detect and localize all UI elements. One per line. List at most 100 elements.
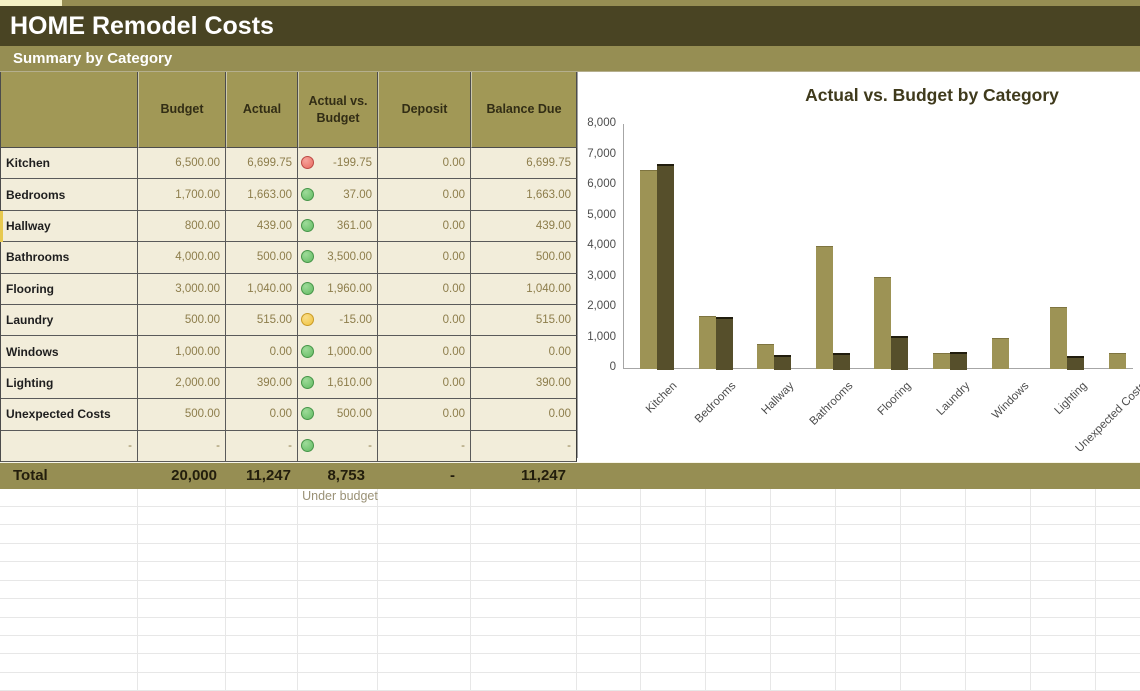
- row-actual[interactable]: 1,040.00: [226, 274, 298, 305]
- bar-budget-hallway[interactable]: [757, 344, 774, 369]
- row-actual-vs-budget[interactable]: 1,610.00: [298, 368, 378, 399]
- row-actual[interactable]: 439.00: [226, 211, 298, 242]
- row-category[interactable]: Bedrooms: [1, 179, 138, 210]
- bar-actual-lighting[interactable]: [1067, 356, 1084, 370]
- row-actual[interactable]: 0.00: [226, 336, 298, 367]
- row-actual[interactable]: 515.00: [226, 305, 298, 336]
- bar-actual-laundry[interactable]: [950, 352, 967, 370]
- row-budget[interactable]: 1,700.00: [138, 179, 226, 210]
- total-row[interactable]: Total 20,000 11,247 8,753 - 11,247: [0, 462, 1140, 489]
- column-header-balance-due[interactable]: Balance Due: [471, 72, 577, 148]
- y-tick-label: 6,000: [578, 178, 616, 190]
- row-actual-vs-budget[interactable]: -199.75: [298, 148, 378, 179]
- row-balance-due[interactable]: 1,663.00: [471, 179, 577, 210]
- row-actual-vs-budget[interactable]: 1,000.00: [298, 336, 378, 367]
- row-balance-due[interactable]: 500.00: [471, 242, 577, 273]
- row-category[interactable]: Bathrooms: [1, 242, 138, 273]
- row-balance-due[interactable]: 6,699.75: [471, 148, 577, 179]
- bar-budget-bedrooms[interactable]: [699, 316, 716, 369]
- row-budget[interactable]: 4,000.00: [138, 242, 226, 273]
- row-deposit[interactable]: 0.00: [378, 305, 471, 336]
- row-budget[interactable]: 500.00: [138, 399, 226, 430]
- column-header-deposit[interactable]: Deposit: [378, 72, 471, 148]
- column-header-category[interactable]: [1, 72, 138, 148]
- actual-vs-budget-chart[interactable]: Actual vs. Budget by Category 01,0002,00…: [577, 72, 1140, 458]
- bar-actual-hallway[interactable]: [774, 355, 791, 370]
- row-actual-vs-budget[interactable]: 361.00: [298, 211, 378, 242]
- row-budget[interactable]: 1,000.00: [138, 336, 226, 367]
- row-deposit[interactable]: 0.00: [378, 336, 471, 367]
- row-category[interactable]: Windows: [1, 336, 138, 367]
- selected-row-indicator: [0, 211, 3, 242]
- total-deposit[interactable]: -: [377, 463, 455, 489]
- row-category[interactable]: Flooring: [1, 274, 138, 305]
- row-category[interactable]: Unexpected Costs: [1, 399, 138, 430]
- row-balance-due[interactable]: 439.00: [471, 211, 577, 242]
- total-actual-vs-budget[interactable]: 8,753: [297, 463, 365, 489]
- row-balance-due[interactable]: 0.00: [471, 399, 577, 430]
- row-deposit[interactable]: -: [378, 431, 471, 462]
- row-balance-due[interactable]: 515.00: [471, 305, 577, 336]
- row-actual[interactable]: 6,699.75: [226, 148, 298, 179]
- bar-actual-kitchen[interactable]: [657, 164, 674, 370]
- row-balance-due[interactable]: 390.00: [471, 368, 577, 399]
- row-actual-vs-budget[interactable]: 37.00: [298, 179, 378, 210]
- row-budget[interactable]: 2,000.00: [138, 368, 226, 399]
- row-category[interactable]: Laundry: [1, 305, 138, 336]
- bar-budget-windows[interactable]: [992, 338, 1009, 370]
- bar-budget-kitchen[interactable]: [640, 170, 657, 369]
- bar-budget-unexpected-costs[interactable]: [1109, 353, 1126, 369]
- y-tick-label: 2,000: [578, 300, 616, 312]
- page-title[interactable]: HOME Remodel Costs: [0, 6, 1140, 46]
- row-actual-vs-budget[interactable]: 1,960.00: [298, 274, 378, 305]
- row-category[interactable]: Kitchen: [1, 148, 138, 179]
- status-red-icon: [301, 156, 314, 169]
- row-deposit[interactable]: 0.00: [378, 179, 471, 210]
- row-budget[interactable]: 6,500.00: [138, 148, 226, 179]
- row-actual[interactable]: -: [226, 431, 298, 462]
- row-actual-vs-budget[interactable]: 3,500.00: [298, 242, 378, 273]
- summary-table[interactable]: Budget Actual Actual vs. Budget Deposit …: [0, 72, 577, 462]
- column-header-actual[interactable]: Actual: [226, 72, 298, 148]
- row-actual[interactable]: 0.00: [226, 399, 298, 430]
- row-balance-due[interactable]: -: [471, 431, 577, 462]
- row-actual-vs-budget[interactable]: -: [298, 431, 378, 462]
- row-actual[interactable]: 1,663.00: [226, 179, 298, 210]
- bar-actual-bedrooms[interactable]: [716, 317, 733, 370]
- column-header-actual-vs-budget[interactable]: Actual vs. Budget: [298, 72, 378, 148]
- bar-actual-flooring[interactable]: [891, 336, 908, 370]
- row-budget[interactable]: -: [138, 431, 226, 462]
- row-balance-due[interactable]: 0.00: [471, 336, 577, 367]
- row-budget[interactable]: 3,000.00: [138, 274, 226, 305]
- row-deposit[interactable]: 0.00: [378, 242, 471, 273]
- row-actual[interactable]: 390.00: [226, 368, 298, 399]
- status-green-icon: [301, 407, 314, 420]
- row-actual-vs-budget[interactable]: -15.00: [298, 305, 378, 336]
- bar-budget-laundry[interactable]: [933, 353, 950, 369]
- row-category[interactable]: Hallway: [1, 211, 138, 242]
- column-header-budget[interactable]: Budget: [138, 72, 226, 148]
- under-budget-note: Under budget: [290, 489, 390, 505]
- status-green-icon: [301, 376, 314, 389]
- section-title[interactable]: Summary by Category: [0, 46, 1140, 72]
- row-balance-due[interactable]: 1,040.00: [471, 274, 577, 305]
- bar-budget-flooring[interactable]: [874, 277, 891, 370]
- bar-budget-lighting[interactable]: [1050, 307, 1067, 369]
- total-actual[interactable]: 11,247: [225, 463, 291, 489]
- row-category[interactable]: -: [1, 431, 138, 462]
- row-deposit[interactable]: 0.00: [378, 368, 471, 399]
- row-category[interactable]: Lighting: [1, 368, 138, 399]
- bar-budget-bathrooms[interactable]: [816, 246, 833, 369]
- row-deposit[interactable]: 0.00: [378, 399, 471, 430]
- total-balance-due[interactable]: 11,247: [470, 463, 566, 489]
- row-budget[interactable]: 500.00: [138, 305, 226, 336]
- row-deposit[interactable]: 0.00: [378, 211, 471, 242]
- row-actual-vs-budget[interactable]: 500.00: [298, 399, 378, 430]
- row-budget[interactable]: 800.00: [138, 211, 226, 242]
- row-deposit[interactable]: 0.00: [378, 148, 471, 179]
- bar-actual-bathrooms[interactable]: [833, 353, 850, 370]
- row-actual[interactable]: 500.00: [226, 242, 298, 273]
- status-green-icon: [301, 219, 314, 232]
- row-deposit[interactable]: 0.00: [378, 274, 471, 305]
- total-budget[interactable]: 20,000: [137, 463, 217, 489]
